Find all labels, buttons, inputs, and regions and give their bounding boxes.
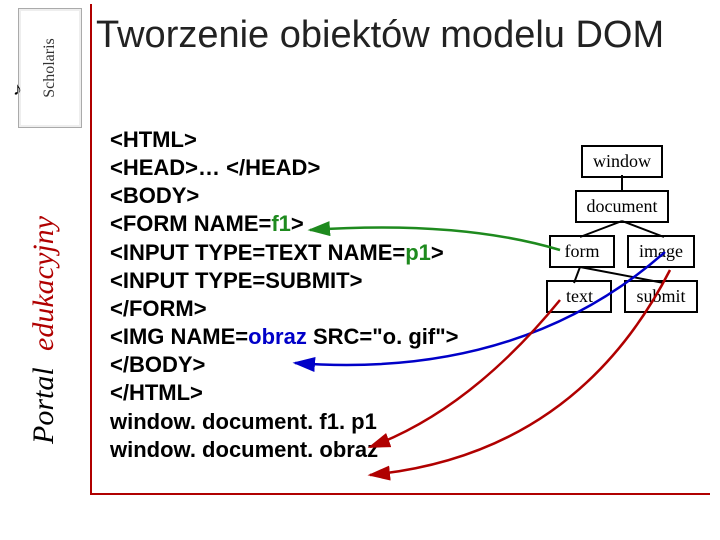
tree-node-document: document bbox=[575, 190, 670, 223]
tree-node-window: window bbox=[581, 145, 663, 178]
code-line-11: window. document. f1. p1 bbox=[110, 408, 459, 436]
divider-horizontal bbox=[90, 493, 710, 495]
code-line-8: <IMG NAME=obraz SRC="o. gif"> bbox=[110, 323, 459, 351]
slide: Scholaris ♪ Tworzenie obiektów modelu DO… bbox=[0, 0, 720, 540]
code-listing: <HTML> <HEAD>… </HEAD> <BODY> <FORM NAME… bbox=[110, 126, 459, 464]
code-img-name: obraz bbox=[248, 324, 307, 349]
tree-node-form: form bbox=[549, 235, 615, 268]
code-line-10: </HTML> bbox=[110, 379, 459, 407]
scholaris-logo: Scholaris ♪ bbox=[18, 8, 82, 128]
tree-node-image: image bbox=[627, 235, 695, 268]
code-form-name: f1 bbox=[271, 211, 291, 236]
tree-connectors bbox=[534, 145, 710, 405]
code-line-1: <HTML> bbox=[110, 126, 459, 154]
code-line-9: </BODY> bbox=[110, 351, 459, 379]
sidebar-word-edukacyjny: edukacyjny bbox=[27, 216, 60, 351]
code-input-name: p1 bbox=[405, 240, 431, 265]
sidebar-label: Portal edukacyjny bbox=[24, 180, 64, 480]
code-line-4: <FORM NAME=f1> bbox=[110, 210, 459, 238]
code-line-5: <INPUT TYPE=TEXT NAME=p1> bbox=[110, 239, 459, 267]
logo-text: Scholaris bbox=[41, 38, 59, 98]
tree-node-submit: submit bbox=[624, 280, 697, 313]
code-line-12: window. document. obraz bbox=[110, 436, 459, 464]
code-line-6: <INPUT TYPE=SUBMIT> bbox=[110, 267, 459, 295]
music-note-icon: ♪ bbox=[13, 79, 22, 100]
slide-title: Tworzenie obiektów modelu DOM bbox=[96, 14, 664, 57]
dom-tree: window document form image text submit bbox=[534, 145, 710, 325]
code-line-7: </FORM> bbox=[110, 295, 459, 323]
tree-node-text: text bbox=[546, 280, 612, 313]
code-line-2: <HEAD>… </HEAD> bbox=[110, 154, 459, 182]
code-line-3: <BODY> bbox=[110, 182, 459, 210]
divider-vertical bbox=[90, 4, 92, 494]
sidebar-word-portal: Portal bbox=[27, 367, 60, 444]
